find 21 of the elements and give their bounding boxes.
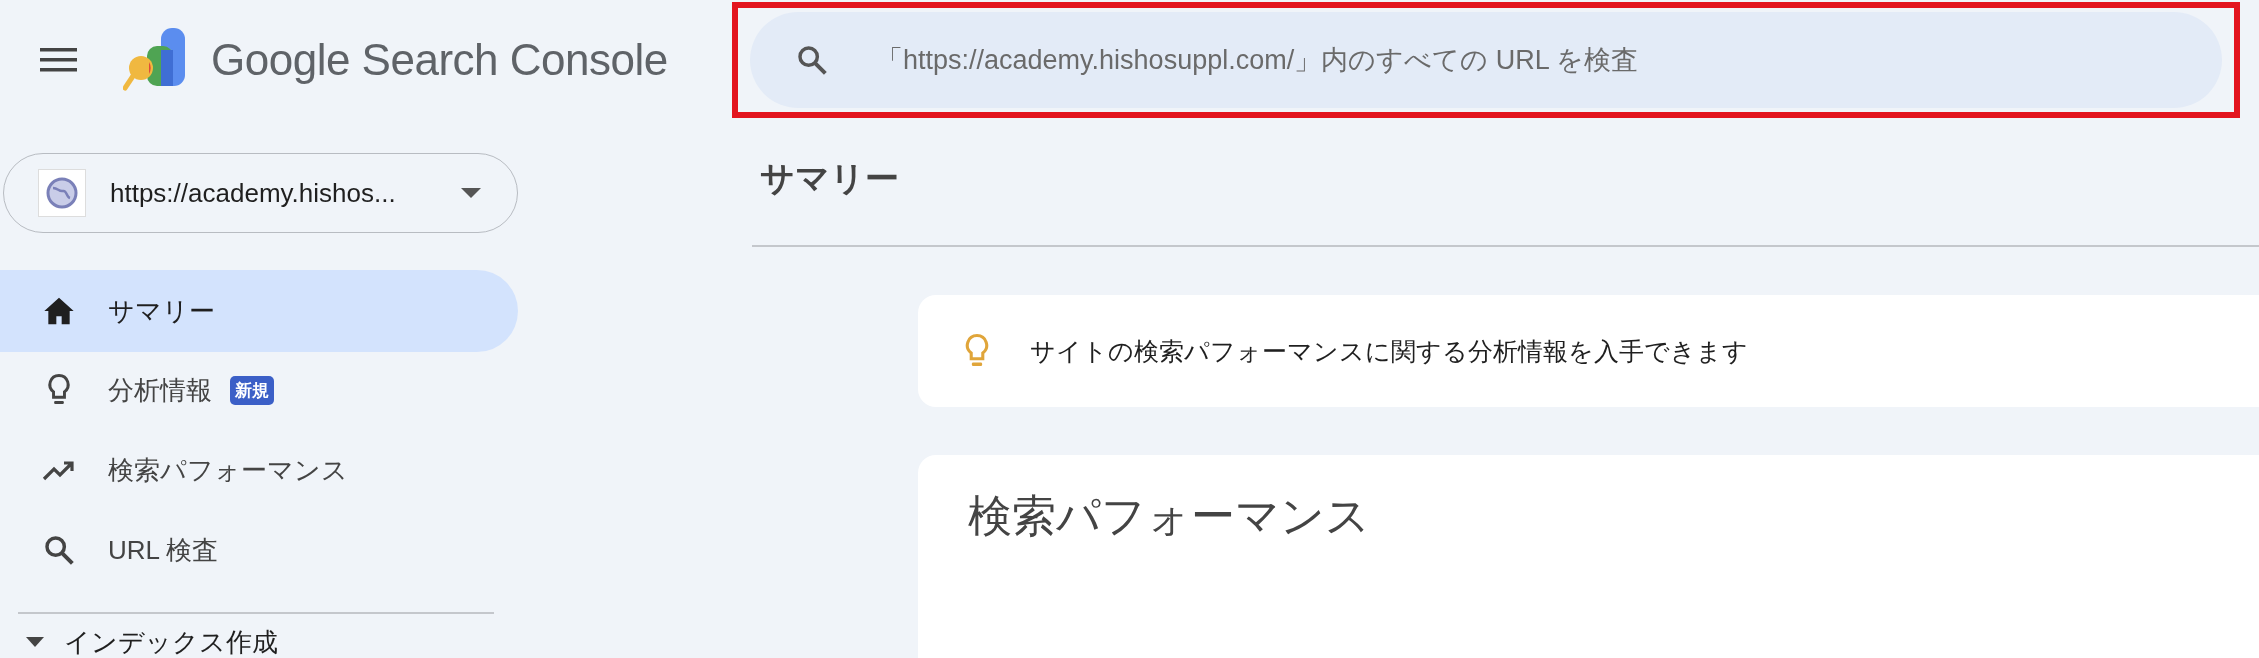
- nav-item[interactable]: 分析情報 新規: [0, 350, 518, 430]
- globe-icon: [38, 169, 86, 217]
- trending-up-icon: [42, 459, 76, 481]
- lightbulb-icon: [964, 333, 990, 369]
- search-field[interactable]: 「https://academy.hishosuppl.com/」内のすべての URL を検査: [874, 43, 2222, 77]
- search-bar[interactable]: 「https://academy.hishosuppl.com/」内のすべての URL を検査: [750, 12, 2222, 108]
- lightbulb-icon: [46, 373, 72, 407]
- card-title: 検索パフォーマンス: [968, 490, 1371, 542]
- home-icon: [43, 296, 75, 326]
- nav-item[interactable]: URL 検査: [0, 510, 518, 590]
- search-icon: [43, 534, 75, 566]
- dropdown-caret-icon: [461, 188, 481, 198]
- banner-text: サイトの検索パフォーマンスに関する分析情報を入手できます: [1030, 335, 1748, 367]
- menu-icon[interactable]: [40, 48, 77, 72]
- app-title: Google Search Console: [211, 35, 668, 85]
- nav-item[interactable]: サマリー: [0, 270, 518, 352]
- nav-section-header[interactable]: インデックス作成: [0, 624, 740, 658]
- new-badge: 新規: [230, 375, 274, 405]
- page-title: サマリー: [760, 157, 899, 199]
- search-icon: [796, 44, 828, 76]
- nav-item[interactable]: 検索パフォーマンス: [0, 430, 518, 510]
